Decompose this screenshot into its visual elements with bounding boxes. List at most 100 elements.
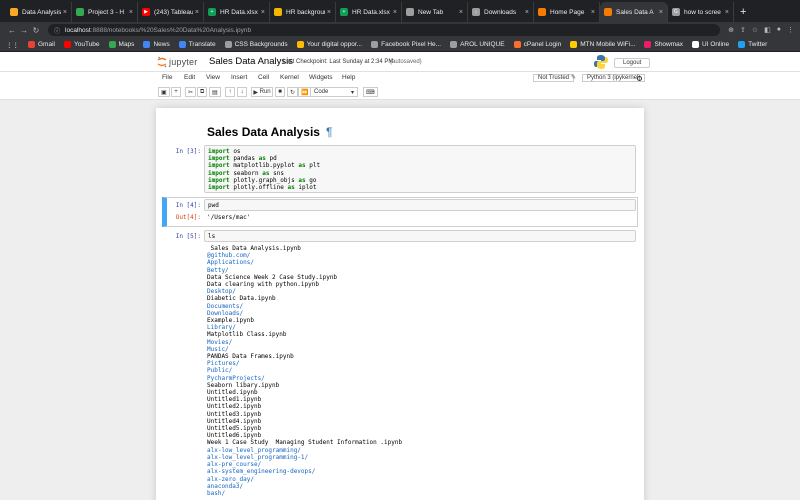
- new-tab-button[interactable]: +: [740, 2, 746, 22]
- menu-edit[interactable]: Edit: [184, 74, 195, 81]
- zoom-icon[interactable]: ⊕: [728, 26, 734, 34]
- paste-icon[interactable]: ▤: [209, 87, 221, 97]
- run-label: Run: [259, 89, 271, 95]
- move-down-icon[interactable]: ↓: [237, 87, 247, 97]
- markdown-heading[interactable]: Sales Data Analysis ¶: [207, 125, 332, 139]
- code-cell-ls[interactable]: ls: [204, 230, 636, 242]
- site-info-icon[interactable]: ⓘ: [54, 26, 60, 35]
- bookmark-label: Your digital oppor...: [306, 41, 363, 48]
- profile-icon[interactable]: ●: [777, 26, 781, 34]
- browser-tab[interactable]: HR background×: [270, 2, 336, 22]
- browser-tab[interactable]: + HR Data.xlsx ×: [204, 2, 270, 22]
- bookmark-star-icon[interactable]: ☆: [752, 26, 758, 34]
- bookmark-item[interactable]: YouTube: [63, 41, 100, 48]
- bookmark-item[interactable]: Showmax: [644, 41, 683, 48]
- bookmark-item[interactable]: Twitter: [738, 41, 767, 48]
- keyboard-icon[interactable]: ⌨: [363, 87, 378, 97]
- bookmark-item[interactable]: Gmail: [28, 41, 55, 48]
- browser-tab[interactable]: Home Page ×: [534, 2, 600, 22]
- tab-favicon-icon: ↓: [472, 8, 480, 16]
- tab-close-icon[interactable]: ×: [327, 9, 331, 16]
- menu-insert[interactable]: Insert: [231, 74, 247, 81]
- copy-icon[interactable]: ⧉: [197, 87, 208, 97]
- tab-close-icon[interactable]: ×: [591, 9, 595, 16]
- interrupt-icon[interactable]: ■: [275, 87, 285, 97]
- directory-entry: PycharmProjects/: [207, 374, 265, 382]
- edit-pencil-icon[interactable]: ✎: [571, 74, 576, 81]
- forward-icon[interactable]: →: [18, 26, 30, 35]
- directory-entry: @github.com/: [207, 252, 251, 260]
- bookmark-favicon-icon: [371, 41, 379, 48]
- bookmark-item[interactable]: Maps: [108, 41, 134, 48]
- move-up-icon[interactable]: ↑: [225, 87, 235, 97]
- reload-icon[interactable]: ↻: [30, 26, 42, 35]
- tab-close-icon[interactable]: ×: [659, 9, 663, 16]
- tab-close-icon[interactable]: ×: [195, 9, 199, 16]
- menu-file[interactable]: File: [162, 74, 172, 81]
- bookmark-item[interactable]: cPanel Login: [513, 41, 561, 48]
- browser-tab[interactable]: Ghow to scree ×: [668, 2, 734, 22]
- browser-menu-icon[interactable]: ⋮: [787, 26, 794, 34]
- code-cell-imports[interactable]: import os import pandas as pd import matpl…: [204, 145, 636, 193]
- bookmark-label: MTN Mobile WiFi...: [580, 41, 636, 48]
- extensions-icon[interactable]: ◧: [764, 26, 771, 34]
- keyword-token: as: [298, 176, 306, 184]
- bookmark-item[interactable]: MTN Mobile WiFi...: [570, 41, 635, 48]
- code-line: import os: [208, 148, 632, 155]
- menu-widgets[interactable]: Widgets: [309, 74, 332, 81]
- browser-tab[interactable]: Project 3 - H ×: [72, 2, 138, 22]
- run-button[interactable]: ▶ Run: [251, 87, 273, 97]
- bookmark-item[interactable]: UI Online: [692, 41, 729, 48]
- tab-close-icon[interactable]: ×: [129, 9, 133, 16]
- menu-kernel[interactable]: Kernel: [280, 74, 299, 81]
- tab-close-icon[interactable]: ×: [725, 9, 729, 16]
- share-icon[interactable]: ⇪: [740, 26, 746, 34]
- directory-entry: Pictures/: [207, 360, 240, 368]
- cell-type-value: Code: [314, 89, 329, 95]
- save-icon[interactable]: ▣: [158, 87, 170, 97]
- tab-close-icon[interactable]: ×: [459, 9, 463, 16]
- bookmark-item[interactable]: CSS Backgrounds: [224, 41, 288, 48]
- browser-tab[interactable]: Sales Data A ×: [600, 2, 668, 22]
- restart-icon[interactable]: ↻: [287, 87, 299, 97]
- bookmark-item[interactable]: News: [143, 41, 170, 48]
- browser-tab[interactable]: New Tab ×: [402, 2, 468, 22]
- jupyter-toolbar: ▣ + ✂ ⧉ ▤ ↑ ↓ ▶ Run ■ ↻ ⏩ Code ▾ ⌨: [0, 85, 800, 100]
- notebook-name[interactable]: Sales Data Analysis: [209, 56, 293, 67]
- apps-grid-icon[interactable]: ⋮⋮: [6, 41, 19, 49]
- menu-cell[interactable]: Cell: [258, 74, 269, 81]
- bookmark-label: Gmail: [38, 41, 55, 48]
- insert-cell-icon[interactable]: +: [171, 87, 181, 97]
- keyword-token: import: [208, 148, 230, 155]
- input-prompt: In [5]:: [175, 233, 201, 240]
- back-icon[interactable]: ←: [6, 26, 18, 35]
- trust-status-button[interactable]: Not Trusted: [533, 74, 575, 82]
- browser-tab[interactable]: + HR Data.xlsx ×: [336, 2, 402, 22]
- tab-close-icon[interactable]: ×: [261, 9, 265, 16]
- address-bar[interactable]: ⓘ localhost:8888/notebooks/%20Sales%20Da…: [48, 24, 721, 36]
- tab-favicon-icon: [538, 8, 546, 16]
- browser-tab[interactable]: ▶ (243) Tableau ×: [138, 2, 204, 22]
- menu-view[interactable]: View: [206, 74, 220, 81]
- cut-icon[interactable]: ✂: [185, 87, 197, 97]
- code-cell-pwd[interactable]: pwd: [204, 199, 636, 211]
- kernel-name[interactable]: Python 3 (ipykernel): [582, 74, 646, 82]
- menu-help[interactable]: Help: [342, 74, 355, 81]
- bookmark-item[interactable]: Facebook Pixel He...: [371, 41, 441, 48]
- browser-tab[interactable]: Data Analysis ×: [6, 2, 72, 22]
- bookmark-item[interactable]: Your digital oppor...: [296, 41, 363, 48]
- tab-close-icon[interactable]: ×: [63, 9, 67, 16]
- alias-token: pd: [269, 155, 277, 163]
- cell-type-select[interactable]: Code ▾: [310, 87, 358, 97]
- directory-entry: alx-low_level_programming-1/: [207, 453, 309, 461]
- jupyter-logo[interactable]: jupyter: [157, 56, 197, 68]
- tab-favicon-icon: [76, 8, 84, 16]
- browser-tab[interactable]: ↓ Downloads ×: [468, 2, 534, 22]
- tab-close-icon[interactable]: ×: [525, 9, 529, 16]
- bookmark-item[interactable]: AROL UNIQUE: [450, 41, 505, 48]
- bookmark-item[interactable]: Translate: [178, 41, 216, 48]
- directory-entry: Downloads/: [207, 309, 244, 317]
- logout-button[interactable]: Logout: [614, 58, 651, 68]
- tab-close-icon[interactable]: ×: [393, 9, 397, 16]
- anchor-link[interactable]: ¶: [326, 125, 332, 139]
